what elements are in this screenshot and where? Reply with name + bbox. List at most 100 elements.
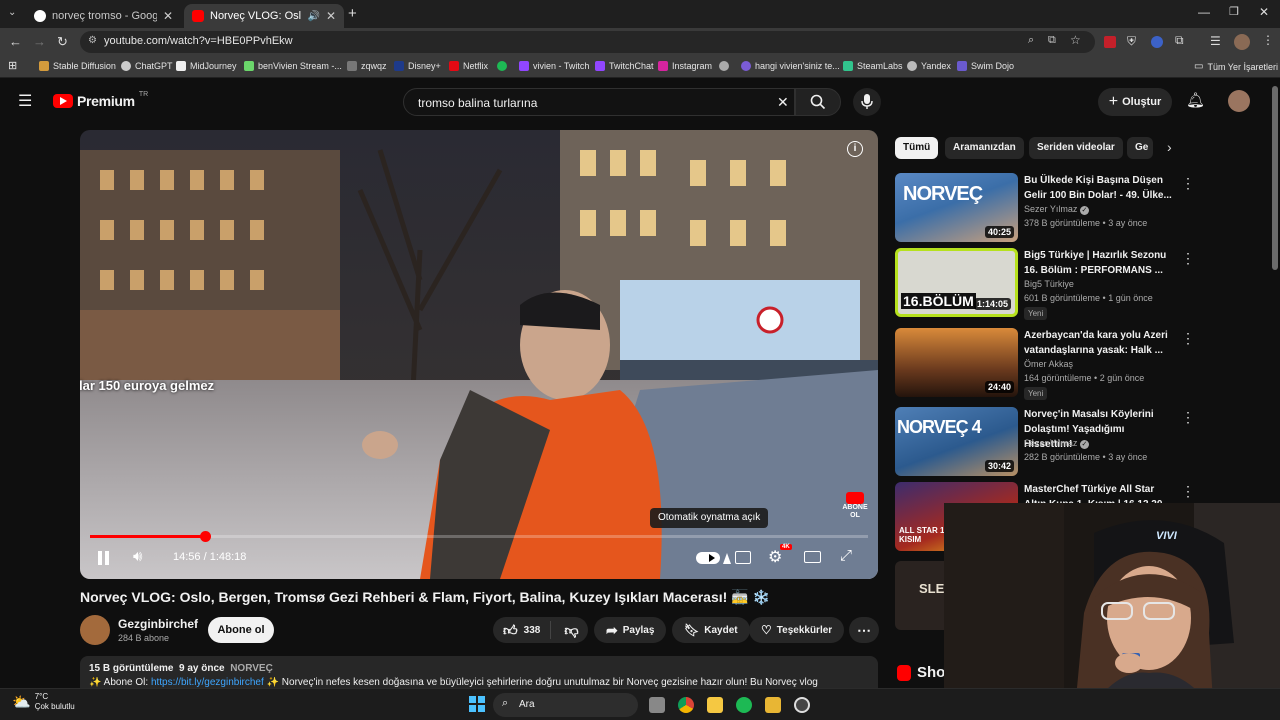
bookmark-item[interactable]: MidJourney [176,61,237,71]
file-explorer-icon[interactable] [707,697,723,713]
settings-gear-icon[interactable]: ⚙ [768,547,782,567]
chips-next-chevron-icon[interactable]: › [1167,139,1172,155]
recommendation-item[interactable]: 16.BÖLÜM 1:14:05 Big5 Türkiye | Hazırlık… [895,248,1195,320]
windows-start-icon[interactable] [469,696,485,712]
obs-icon[interactable] [794,697,810,713]
search-input[interactable]: tromso balina turlarına ✕ [403,88,795,116]
bookmark-item[interactable]: Swim Dojo [957,61,1014,71]
channel-name[interactable]: Sezer Yılmaz ✓ [1024,204,1089,215]
video-thumbnail[interactable]: SLE [895,561,945,630]
site-info-icon[interactable]: ⚙ [88,35,97,46]
browser-menu-icon[interactable]: ⋮ [1262,33,1274,47]
close-tab-icon[interactable]: ✕ [163,9,173,23]
weather-widget[interactable]: ⛅ 7°C Çok bulutlu [12,692,75,712]
bookmark-item[interactable]: Netflix [449,61,488,71]
like-button[interactable]: 👍︎ 338 [493,621,552,639]
chip-from-search[interactable]: Aramanızdan [945,137,1024,159]
video-title[interactable]: Bu Ülkede Kişi Başına Düşen Gelir 100 Bi… [1024,173,1174,203]
hamburger-menu-icon[interactable]: ☰ [18,91,32,111]
video-thumbnail[interactable]: NORVEÇ 4 30:42 [895,407,1018,476]
channel-name[interactable]: Gezginbirchef [118,617,198,631]
more-vert-icon[interactable]: ⋮ [1181,330,1195,347]
channel-name[interactable]: Big5 Türkiye [1024,279,1074,289]
task-view-icon[interactable] [649,697,665,713]
bookmark-item[interactable]: vivien - Twitch [519,61,589,71]
zoom-icon[interactable]: ⌕ [1028,34,1034,47]
speaker-icon[interactable]: 🔊 [307,11,319,22]
video-thumbnail[interactable]: NORVEÇ 40:25 [895,173,1018,242]
notifications-bell-icon[interactable]: 🔔︎ [1186,91,1205,109]
chip-more[interactable]: Ge [1127,137,1153,159]
bookmark-item[interactable]: ChatGPT [121,61,173,71]
tab-google-search[interactable]: norveç tromso - Google'da Ara ✕ [26,4,181,28]
shield-icon[interactable]: ⛨ [1127,34,1136,49]
extension-red-icon[interactable] [1104,36,1116,48]
tab-youtube-video[interactable]: Norveç VLOG: Oslo, Bergen 🔊 ✕ [184,4,344,28]
channel-name[interactable]: Sezer Yılmaz ✓ [1024,438,1089,449]
bookmark-item[interactable]: benVivien Stream -... [244,61,342,71]
bookmark-item[interactable]: zqwqz [347,61,387,71]
info-icon[interactable]: i [847,141,863,157]
chip-series[interactable]: Seriden videolar [1029,137,1123,159]
apps-grid-icon[interactable]: ⊞ [8,59,17,72]
bookmark-item[interactable]: hangi vivien'siniz te... [741,61,840,71]
bookmark-item[interactable]: TwitchChat [595,61,654,71]
more-vert-icon[interactable]: ⋮ [1181,175,1195,192]
volume-icon[interactable]: 🔊︎ [133,548,142,565]
profile-avatar[interactable] [1234,34,1250,50]
video-title[interactable]: Azerbaycan'da kara yolu Azeri vatandaşla… [1024,328,1174,358]
theater-mode-icon[interactable] [804,551,821,563]
bookmark-item[interactable]: Disney+ [394,61,441,71]
video-thumbnail[interactable]: 16.BÖLÜM 1:14:05 [895,248,1018,317]
video-title[interactable]: Big5 Türkiye | Hazırlık Sezonu 16. Bölüm… [1024,248,1174,278]
voice-search-button[interactable] [853,88,881,116]
bookmark-item[interactable]: Instagram [658,61,712,71]
hashtag-link[interactable]: NORVEÇ [230,663,273,674]
subscribe-watermark[interactable]: ABONE OL [840,492,870,519]
close-tab-icon[interactable]: ✕ [326,9,336,23]
more-vert-icon[interactable]: ⋮ [1181,250,1195,267]
more-actions-button[interactable]: ⋯ [849,617,879,643]
extension-blue-icon[interactable] [1151,36,1163,48]
url-field[interactable]: ⚙ youtube.com/watch?v=HBE0PPvhEkw ⌕ ⧉ ☆ [80,31,1095,53]
taskbar-search[interactable]: ⌕ Ara [493,693,638,717]
recommendation-item[interactable]: 24:40 Azerbaycan'da kara yolu Azeri vata… [895,328,1195,400]
channel-avatar[interactable] [80,615,110,645]
subscribe-button[interactable]: Abone ol [208,617,274,643]
dislike-button[interactable]: 👎︎ [556,622,586,639]
save-button[interactable]: 🔖︎ Kaydet [672,617,750,643]
bookmark-item[interactable]: Stable Diffusion [39,61,116,71]
install-icon[interactable]: ⧉ [1048,34,1056,47]
app-icon[interactable] [765,697,781,713]
more-vert-icon[interactable]: ⋮ [1181,409,1195,426]
chrome-icon[interactable] [678,697,694,713]
autoplay-toggle[interactable] [696,552,720,564]
progress-bar[interactable] [90,531,868,542]
maximize-icon[interactable]: ❐ [1229,5,1239,18]
bookmark-item[interactable]: SteamLabs [843,61,903,71]
description-link[interactable]: https://bit.ly/gezginbirchef [151,677,264,688]
youtube-logo[interactable]: Premium TR [53,91,148,109]
pause-icon[interactable] [97,551,111,565]
create-button[interactable]: + Oluştur [1098,88,1172,116]
more-vert-icon[interactable]: ⋮ [1181,483,1195,500]
chip-all[interactable]: Tümü [895,137,939,159]
new-tab-icon[interactable]: + [348,5,357,22]
video-player[interactable]: i karainci: onlar 150 euroya gelmez ABON… [80,130,878,579]
account-avatar[interactable] [1228,90,1250,112]
recommendation-item[interactable]: NORVEÇ 40:25 Bu Ülkede Kişi Başına Düşen… [895,173,1195,245]
bookmark-item[interactable]: Yandex [907,61,951,71]
minimize-icon[interactable]: — [1198,5,1210,19]
close-window-icon[interactable]: ✕ [1259,5,1269,19]
tab-list-chevron-icon[interactable]: ⌄ [8,7,16,18]
sidebar-icon[interactable]: ☰ [1210,34,1221,48]
reload-icon[interactable]: ↻ [57,34,68,50]
page-scrollbar[interactable] [1272,86,1278,270]
video-thumbnail[interactable]: 24:40 [895,328,1018,397]
share-button[interactable]: ➦ Paylaş [594,617,667,643]
thanks-button[interactable]: ♡ Teşekkürler [749,617,845,643]
back-arrow-icon[interactable]: ← [9,34,22,49]
fullscreen-icon[interactable]: ⤢ [840,547,852,564]
bookmark-item[interactable] [497,61,507,71]
all-bookmarks[interactable]: ▭ Tüm Yer İşaretleri [1194,61,1278,72]
